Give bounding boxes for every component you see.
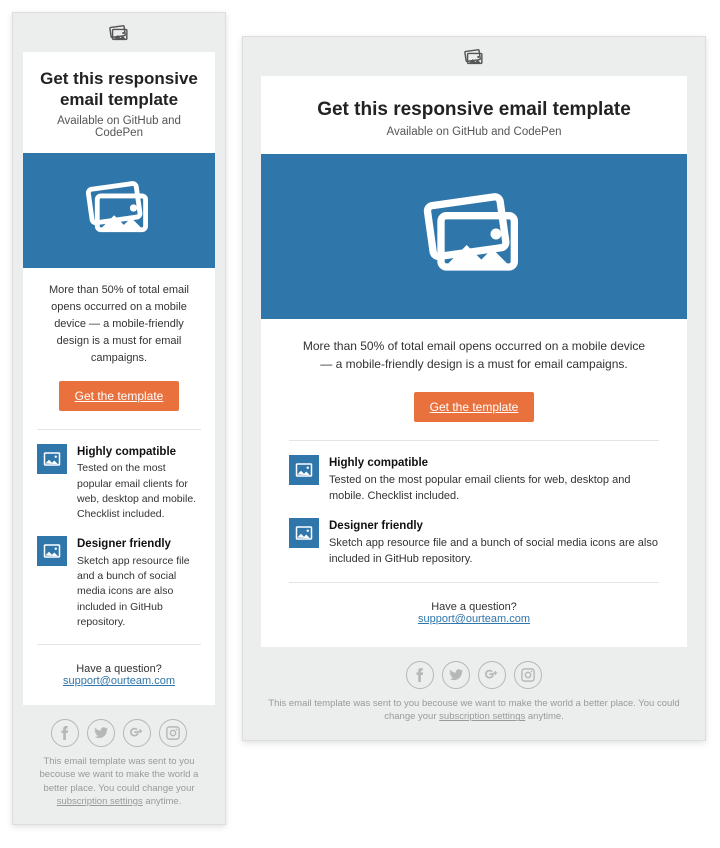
email-body: Get this responsive email template Avail… — [23, 52, 215, 705]
feature-icon — [37, 536, 67, 566]
footer: This email template was sent to you beco… — [243, 647, 705, 740]
cta-button[interactable]: Get the template — [414, 392, 535, 422]
support-email-link[interactable]: support@ourteam.com — [63, 675, 175, 687]
twitter-icon[interactable] — [87, 719, 115, 747]
feature-icon — [37, 444, 67, 474]
divider — [289, 440, 659, 441]
header-icon-wrap — [243, 37, 705, 76]
feature-item: Designer friendly Sketch app resource fi… — [37, 536, 201, 630]
feature-item: Highly compatible Tested on the most pop… — [289, 455, 659, 505]
googleplus-icon[interactable] — [478, 661, 506, 689]
feature-icon — [289, 518, 319, 548]
feature-body: Sketch app resource file and a bunch of … — [329, 537, 658, 565]
feature-body: Tested on the most popular email clients… — [77, 462, 196, 520]
divider — [37, 644, 201, 645]
feature-text: Designer friendly Sketch app resource fi… — [329, 518, 659, 568]
pictures-icon — [464, 47, 484, 67]
hero-pictures-icon — [419, 190, 529, 278]
subtitle: Available on GitHub and CodePen — [289, 126, 659, 138]
feature-body: Sketch app resource file and a bunch of … — [77, 555, 190, 628]
hero-image — [261, 154, 687, 319]
feature-item: Highly compatible Tested on the most pop… — [37, 444, 201, 523]
question-block: Have a question? support@ourteam.com — [37, 663, 201, 687]
title: Get this responsive email template — [289, 98, 659, 122]
feature-text: Highly compatible Tested on the most pop… — [77, 444, 201, 523]
footer-pre: This email template was sent to you beco… — [40, 756, 199, 794]
pictures-icon — [109, 23, 129, 43]
hero-pictures-icon — [83, 179, 155, 237]
social-row — [255, 661, 693, 689]
facebook-icon[interactable] — [406, 661, 434, 689]
instagram-icon[interactable] — [159, 719, 187, 747]
instagram-icon[interactable] — [514, 661, 542, 689]
email-preview-mobile: Get this responsive email template Avail… — [12, 12, 226, 825]
subscription-settings-link[interactable]: subscription settings — [57, 796, 143, 807]
cta-button[interactable]: Get the template — [59, 381, 180, 411]
question-block: Have a question? support@ourteam.com — [289, 601, 659, 625]
footer-text: This email template was sent to you beco… — [25, 755, 213, 808]
facebook-icon[interactable] — [51, 719, 79, 747]
hero-image — [23, 153, 215, 268]
lead-text: More than 50% of total email opens occur… — [299, 337, 649, 374]
feature-item: Designer friendly Sketch app resource fi… — [289, 518, 659, 568]
footer-text: This email template was sent to you beco… — [255, 697, 693, 724]
subtitle: Available on GitHub and CodePen — [37, 115, 201, 139]
googleplus-icon[interactable] — [123, 719, 151, 747]
feature-title: Designer friendly — [329, 518, 659, 535]
feature-text: Designer friendly Sketch app resource fi… — [77, 536, 201, 630]
email-preview-desktop: Get this responsive email template Avail… — [242, 36, 706, 741]
feature-title: Highly compatible — [329, 455, 659, 472]
feature-body: Tested on the most popular email clients… — [329, 474, 630, 502]
subscription-settings-link[interactable]: subscription settings — [439, 711, 525, 722]
cta-wrap: Get the template — [37, 381, 201, 411]
social-row — [25, 719, 213, 747]
twitter-icon[interactable] — [442, 661, 470, 689]
cta-wrap: Get the template — [289, 392, 659, 422]
lead-text: More than 50% of total email opens occur… — [39, 282, 199, 367]
divider — [37, 429, 201, 430]
footer-post: anytime. — [525, 711, 564, 722]
feature-text: Highly compatible Tested on the most pop… — [329, 455, 659, 505]
divider — [289, 582, 659, 583]
footer: This email template was sent to you beco… — [13, 705, 225, 824]
email-body: Get this responsive email template Avail… — [261, 76, 687, 647]
feature-title: Highly compatible — [77, 444, 201, 461]
title: Get this responsive email template — [37, 68, 201, 111]
footer-post: anytime. — [143, 796, 182, 807]
feature-title: Designer friendly — [77, 536, 201, 553]
question-text: Have a question? — [76, 663, 162, 675]
header-icon-wrap — [13, 13, 225, 52]
feature-icon — [289, 455, 319, 485]
question-text: Have a question? — [431, 601, 517, 613]
support-email-link[interactable]: support@ourteam.com — [418, 613, 530, 625]
